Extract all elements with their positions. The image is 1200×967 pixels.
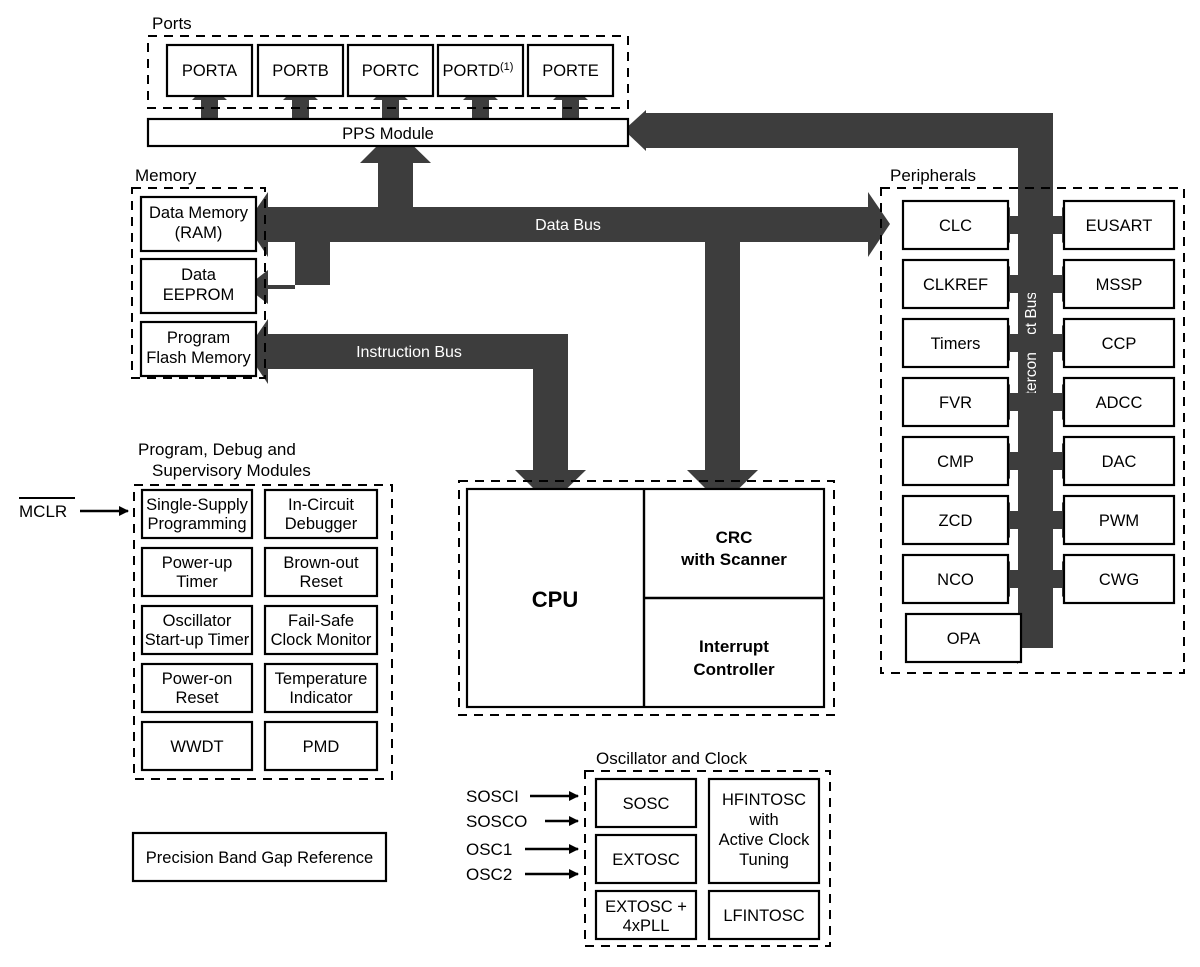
supervisory-label-ssp-line1: Single-Supply bbox=[146, 496, 249, 514]
oscillator-label-extosc-pll-line1: EXTOSC + bbox=[605, 898, 687, 916]
supervisory-label-pmd: PMD bbox=[303, 738, 340, 756]
interrupt-label-line1: Interrupt bbox=[699, 637, 769, 656]
peripheral-label-mssp: MSSP bbox=[1096, 276, 1143, 294]
port-label-portc: PORTC bbox=[362, 62, 420, 80]
oscillator-label-lfintosc: LFINTOSC bbox=[723, 907, 804, 925]
supervisory-label-ti-line1: Temperature bbox=[275, 670, 368, 688]
peripheral-label-cwg: CWG bbox=[1099, 571, 1139, 589]
oscillator-label-extosc-pll-line2: 4xPLL bbox=[623, 917, 670, 935]
port-label-porte: PORTE bbox=[542, 62, 599, 80]
peripheral-label-nco: NCO bbox=[937, 571, 974, 589]
oscillator-input-label-osc1: OSC1 bbox=[466, 840, 512, 859]
oscillator-label-hfintosc-line3: Active Clock bbox=[719, 831, 811, 849]
supervisory-group-label-line2: Supervisory Modules bbox=[152, 461, 311, 480]
memory-label-data-eeprom-line2: EEPROM bbox=[163, 286, 235, 304]
ports-group-label: Ports bbox=[152, 14, 192, 33]
bandgap-reference[interactable]: Precision Band Gap Reference bbox=[131, 831, 388, 883]
oscillator-label-hfintosc-line4: Tuning bbox=[739, 851, 789, 869]
supervisory-group: Program, Debug and Supervisory Modules M… bbox=[19, 440, 393, 780]
memory-label-data-memory-line2: (RAM) bbox=[175, 224, 223, 242]
peripheral-label-fvr: FVR bbox=[939, 394, 972, 412]
oscillator-label-extosc: EXTOSC bbox=[612, 851, 680, 869]
supervisory-label-ssp-line2: Programming bbox=[147, 515, 246, 533]
supervisory-label-wwdt: WWDT bbox=[170, 738, 223, 756]
oscillator-input-label-sosco: SOSCO bbox=[466, 812, 527, 831]
block-diagram-canvas: Data Bus Instruction Bus Interconnect Bu… bbox=[0, 0, 1200, 967]
peripheral-label-opa: OPA bbox=[947, 630, 981, 648]
supervisory-label-bor-line1: Brown-out bbox=[283, 554, 359, 572]
peripheral-label-ccp: CCP bbox=[1102, 335, 1137, 353]
memory-label-data-memory-line1: Data Memory bbox=[149, 204, 249, 222]
port-label-porta: PORTA bbox=[182, 62, 237, 80]
ports-group: Ports PORTA PORTB PORTC PORTD(1) PORTE bbox=[147, 14, 629, 109]
peripheral-label-dac: DAC bbox=[1102, 453, 1137, 471]
peripheral-label-pwm: PWM bbox=[1099, 512, 1139, 530]
oscillator-group: Oscillator and Clock SOSCI SOSCO OSC1 OS… bbox=[466, 749, 831, 947]
oscillator-label-hfintosc-line2: with bbox=[748, 811, 778, 829]
supervisory-label-icd-line2: Debugger bbox=[285, 515, 358, 533]
mclr-signal-label: MCLR bbox=[19, 502, 67, 521]
memory-group-label: Memory bbox=[135, 166, 197, 185]
supervisory-label-fscm-line1: Fail-Safe bbox=[288, 612, 354, 630]
supervisory-label-bor-line2: Reset bbox=[299, 573, 343, 591]
cpu-core-label: CPU bbox=[532, 587, 578, 612]
memory-label-data-eeprom-line1: Data bbox=[181, 266, 217, 284]
memory-group: Memory Data Memory (RAM) Data EEPROM Pro… bbox=[131, 166, 266, 379]
memory-label-program-flash-line1: Program bbox=[167, 329, 230, 347]
oscillator-input-label-sosci: SOSCI bbox=[466, 787, 519, 806]
oscillator-group-label: Oscillator and Clock bbox=[596, 749, 748, 768]
supervisory-label-ti-line2: Indicator bbox=[289, 689, 353, 707]
peripherals-group-label: Peripherals bbox=[890, 166, 976, 185]
supervisory-label-ost-line2: Start-up Timer bbox=[145, 631, 250, 649]
peripheral-label-clc: CLC bbox=[939, 217, 972, 235]
cpu-group: CPU CRC with Scanner Interrupt Controlle… bbox=[458, 480, 835, 716]
pps-module-label: PPS Module bbox=[342, 125, 434, 143]
oscillator-label-sosc: SOSC bbox=[623, 795, 670, 813]
pps-module[interactable]: PPS Module bbox=[146, 117, 630, 148]
crc-label-line1: CRC bbox=[716, 528, 753, 547]
supervisory-group-label-line1: Program, Debug and bbox=[138, 440, 296, 459]
oscillator-label-hfintosc-line1: HFINTOSC bbox=[722, 791, 806, 809]
memory-label-program-flash-line2: Flash Memory bbox=[146, 349, 251, 367]
interrupt-label-line2: Controller bbox=[693, 660, 775, 679]
peripheral-label-clkref: CLKREF bbox=[923, 276, 988, 294]
supervisory-label-put-line2: Timer bbox=[176, 573, 218, 591]
supervisory-label-por-line1: Power-on bbox=[162, 670, 233, 688]
supervisory-label-fscm-line2: Clock Monitor bbox=[271, 631, 372, 649]
peripheral-label-cmp: CMP bbox=[937, 453, 974, 471]
peripheral-label-eusart: EUSART bbox=[1086, 217, 1153, 235]
supervisory-label-ost-line1: Oscillator bbox=[163, 612, 232, 630]
supervisory-label-icd-line1: In-Circuit bbox=[288, 496, 354, 514]
peripheral-label-zcd: ZCD bbox=[939, 512, 973, 530]
oscillator-input-label-osc2: OSC2 bbox=[466, 865, 512, 884]
bandgap-reference-label: Precision Band Gap Reference bbox=[146, 849, 373, 867]
supervisory-label-por-line2: Reset bbox=[175, 689, 219, 707]
instruction-bus-label: Instruction Bus bbox=[356, 344, 462, 361]
peripheral-label-adcc: ADCC bbox=[1096, 394, 1143, 412]
port-label-portb: PORTB bbox=[272, 62, 329, 80]
crc-label-line2: with Scanner bbox=[680, 550, 787, 569]
peripheral-label-timers: Timers bbox=[931, 335, 981, 353]
supervisory-label-put-line1: Power-up bbox=[162, 554, 233, 572]
data-bus-label: Data Bus bbox=[535, 217, 601, 234]
